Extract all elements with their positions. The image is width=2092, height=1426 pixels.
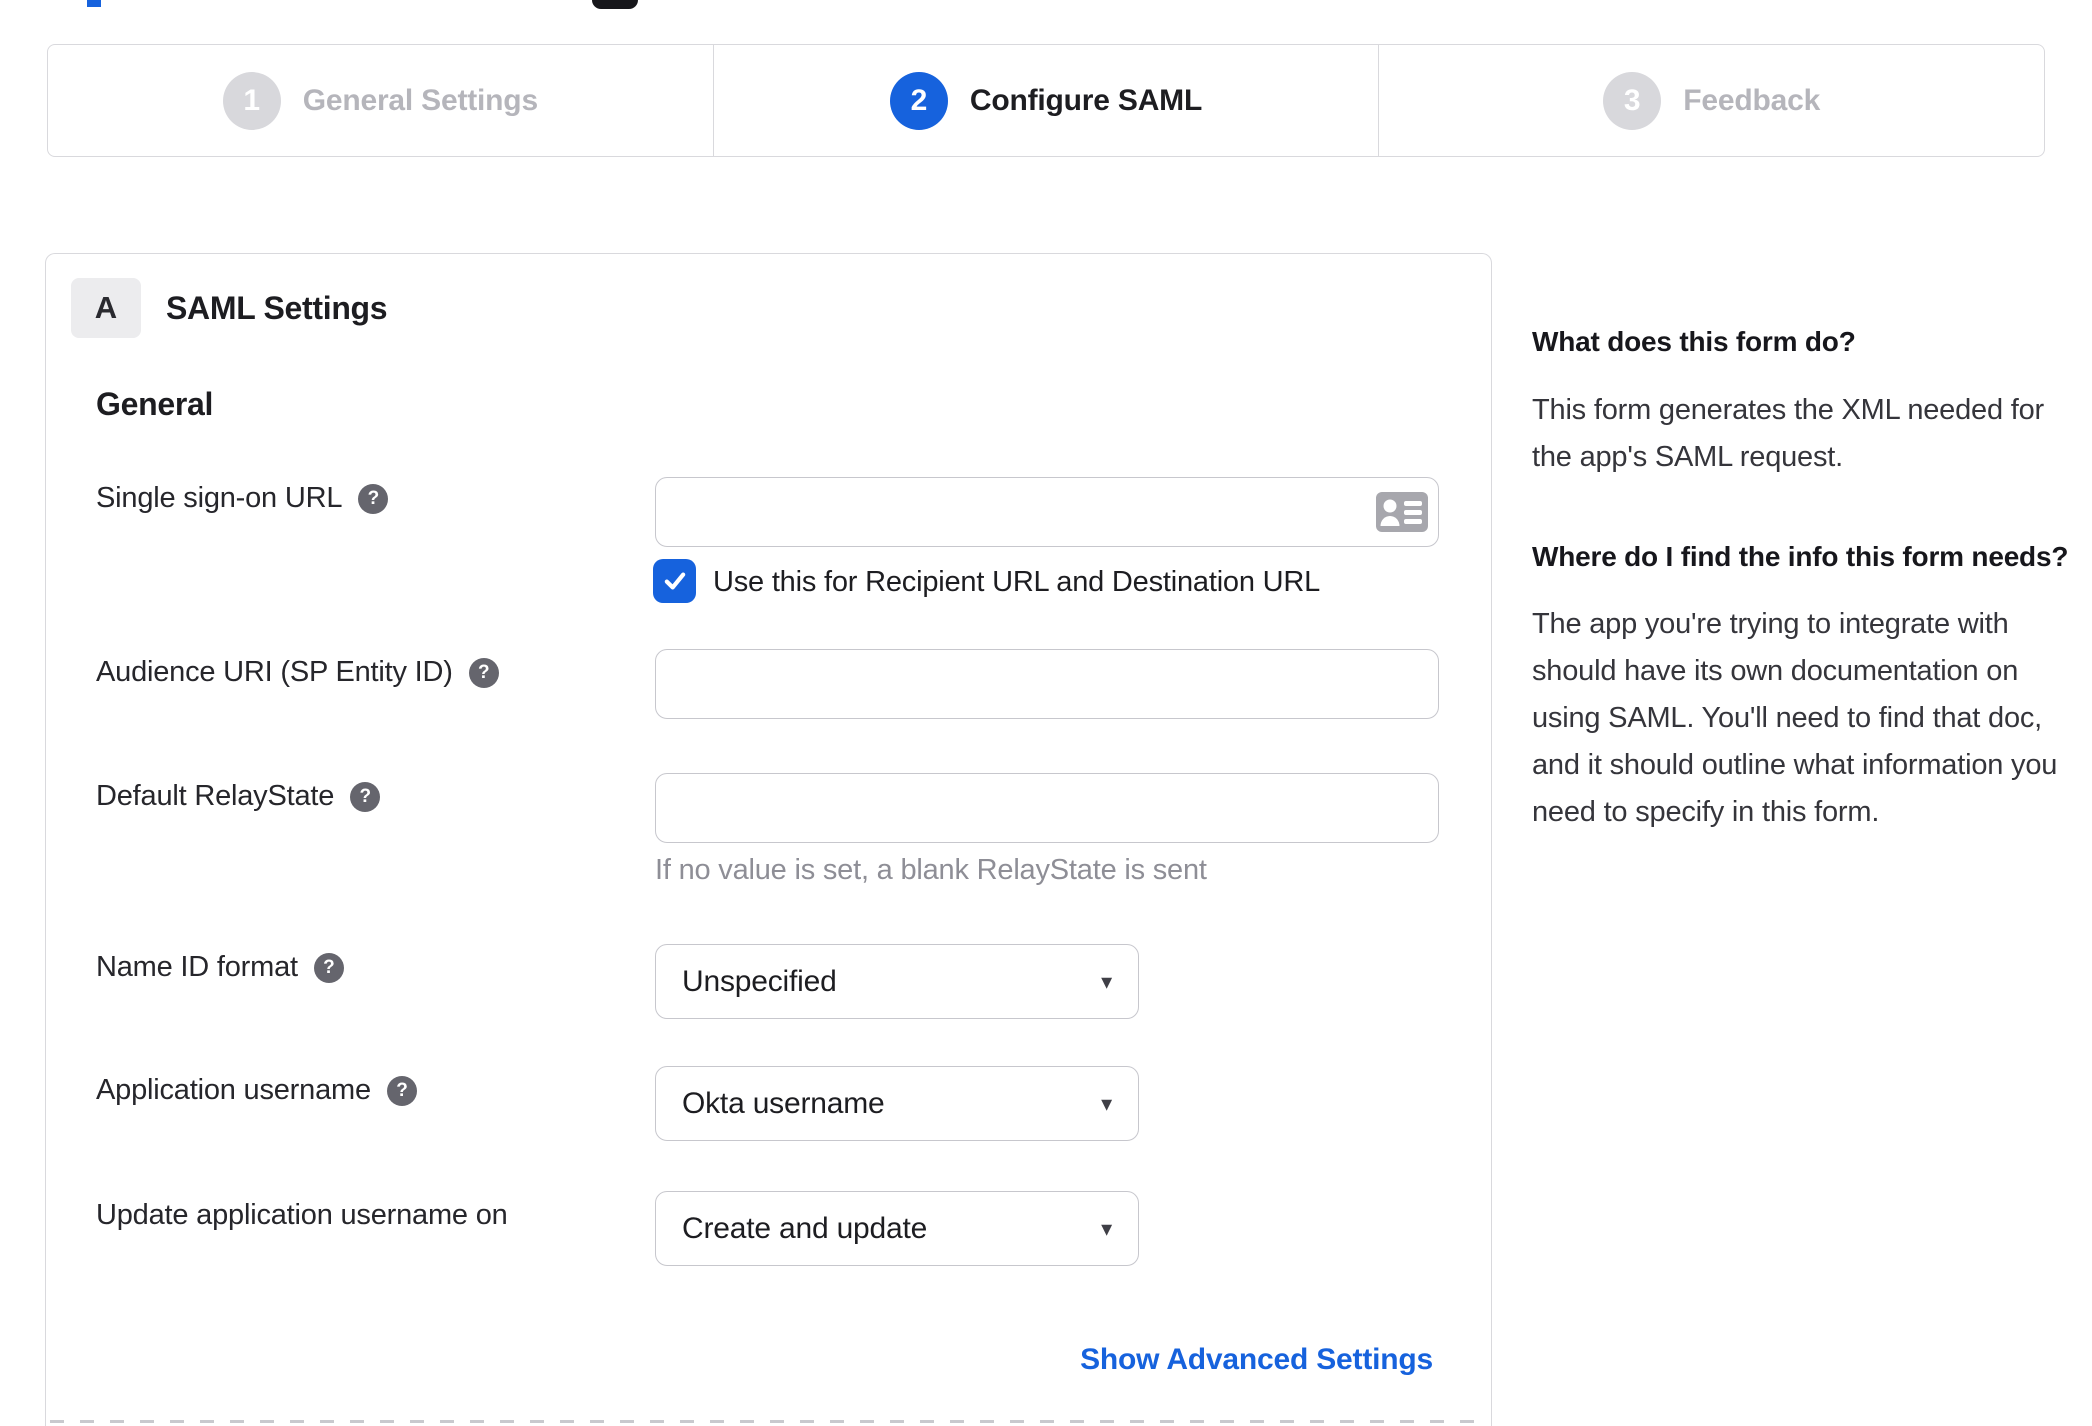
step-label: General Settings <box>302 83 538 117</box>
step-label: Feedback <box>1683 83 1821 117</box>
help-icon[interactable]: ? <box>350 781 381 812</box>
step-number-badge: 3 <box>1603 71 1662 130</box>
help-icon[interactable]: ? <box>468 657 499 688</box>
relay-state-label-text: Default RelayState <box>96 780 335 812</box>
help-icon[interactable]: ? <box>313 952 344 983</box>
relay-state-hint: If no value is set, a blank RelayState i… <box>655 854 1207 886</box>
wizard-stepper: 1 General Settings 2 Configure SAML 3 Fe… <box>47 44 2045 157</box>
step-number-badge: 1 <box>222 71 281 130</box>
saml-settings-card: A SAML Settings General Single sign-on U… <box>45 253 1492 1426</box>
chevron-down-icon: ▾ <box>1101 1215 1112 1241</box>
step-general-settings[interactable]: 1 General Settings <box>48 45 713 156</box>
relay-state-label: Default RelayState ? <box>96 780 381 813</box>
audience-uri-label: Audience URI (SP Entity ID) ? <box>96 656 499 689</box>
checkmark-icon <box>664 572 685 590</box>
card-title: SAML Settings <box>166 289 388 326</box>
name-id-format-label: Name ID format ? <box>96 951 344 984</box>
step-number-badge: 2 <box>889 71 948 130</box>
recipient-url-checkbox[interactable] <box>653 559 696 603</box>
help-icon[interactable]: ? <box>358 483 389 514</box>
recipient-url-checkbox-label: Use this for Recipient URL and Destinati… <box>713 566 1321 598</box>
section-heading-general: General <box>96 386 214 422</box>
cutoff-blue-fragment <box>87 0 101 7</box>
step-configure-saml[interactable]: 2 Configure SAML <box>712 45 1379 156</box>
help-sidebar: What does this form do? This form genera… <box>1532 322 2080 836</box>
help-heading-where: Where do I find the info this form needs… <box>1532 540 2069 572</box>
name-id-format-value: Unspecified <box>682 964 837 998</box>
relay-state-input[interactable] <box>655 773 1439 843</box>
audience-uri-input[interactable] <box>655 649 1439 719</box>
section-a-badge: A <box>71 278 141 338</box>
name-id-format-select[interactable]: Unspecified ▾ <box>655 944 1139 1019</box>
help-heading-what: What does this form do? <box>1532 326 1856 357</box>
update-username-label: Update application username on <box>96 1199 508 1232</box>
cutoff-black-icon-fragment <box>592 0 638 9</box>
update-username-label-text: Update application username on <box>96 1199 508 1231</box>
name-id-format-label-text: Name ID format <box>96 951 298 983</box>
chevron-down-icon: ▾ <box>1101 968 1112 994</box>
update-username-select[interactable]: Create and update ▾ <box>655 1191 1139 1266</box>
chevron-down-icon: ▾ <box>1101 1090 1112 1116</box>
step-label: Configure SAML <box>969 83 1203 117</box>
application-username-label: Application username ? <box>96 1074 417 1107</box>
audience-uri-label-text: Audience URI (SP Entity ID) <box>96 656 453 688</box>
application-username-select[interactable]: Okta username ▾ <box>655 1066 1139 1141</box>
step-feedback[interactable]: 3 Feedback <box>1378 45 2044 156</box>
update-username-value: Create and update <box>682 1211 928 1245</box>
sso-url-label: Single sign-on URL ? <box>96 482 389 515</box>
sso-url-label-text: Single sign-on URL <box>96 482 343 514</box>
show-advanced-settings-link[interactable]: Show Advanced Settings <box>1080 1343 1433 1377</box>
application-username-label-text: Application username <box>96 1074 371 1106</box>
application-username-value: Okta username <box>682 1086 885 1120</box>
help-body-what: This form generates the XML needed for t… <box>1532 393 2044 473</box>
help-body-where: The app you're trying to integrate with … <box>1532 608 2058 828</box>
help-icon[interactable]: ? <box>386 1075 417 1106</box>
sso-url-input[interactable] <box>655 477 1439 547</box>
card-bottom-dashed-divider <box>50 1420 1487 1423</box>
contact-card-icon <box>1376 492 1428 532</box>
